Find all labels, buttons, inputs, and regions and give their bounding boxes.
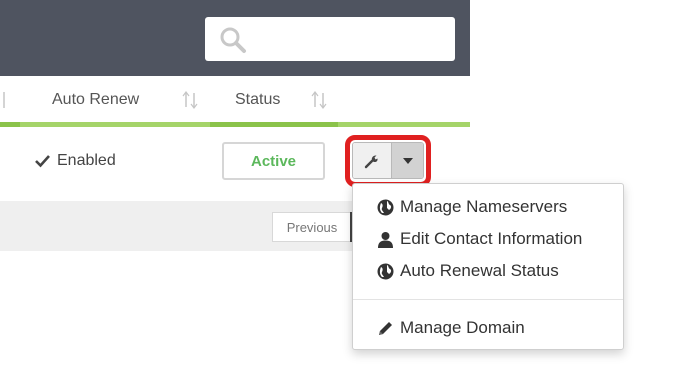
previous-button[interactable]: Previous	[272, 212, 352, 242]
user-icon	[378, 231, 393, 248]
column-header-auto-renew[interactable]: Auto Renew	[52, 91, 139, 109]
globe-icon	[377, 199, 394, 215]
sort-icon[interactable]	[182, 90, 198, 110]
globe-icon	[377, 263, 394, 279]
header-underline	[338, 122, 470, 127]
header-underline	[20, 122, 210, 127]
menu-item-label: Edit Contact Information	[400, 229, 583, 248]
actions-dropdown-menu: Manage Nameservers Edit Contact Informat…	[352, 183, 624, 350]
status-badge: Active	[222, 142, 325, 180]
menu-item-label: Auto Renewal Status	[400, 261, 559, 280]
menu-item-label: Manage Domain	[400, 318, 525, 337]
search-box[interactable]	[205, 17, 455, 61]
menu-divider	[353, 299, 623, 300]
search-icon	[220, 27, 246, 53]
menu-item-label: Manage Nameservers	[400, 197, 568, 216]
header-underline	[0, 122, 20, 127]
search-input[interactable]	[253, 25, 447, 55]
auto-renew-value: Enabled	[57, 152, 116, 169]
pencil-icon	[379, 321, 392, 335]
sort-icon[interactable]	[311, 90, 327, 110]
header-underline-active	[210, 122, 338, 127]
menu-item-edit-contact-information[interactable]: Edit Contact Information	[353, 224, 623, 254]
highlight-annotation	[345, 135, 431, 187]
column-header-status[interactable]: Status	[235, 91, 280, 109]
check-icon	[35, 155, 50, 168]
menu-item-auto-renewal-status[interactable]: Auto Renewal Status	[353, 256, 623, 286]
menu-item-manage-nameservers[interactable]: Manage Nameservers	[353, 192, 623, 222]
menu-item-manage-domain[interactable]: Manage Domain	[353, 313, 623, 343]
sort-icon[interactable]	[0, 90, 12, 110]
